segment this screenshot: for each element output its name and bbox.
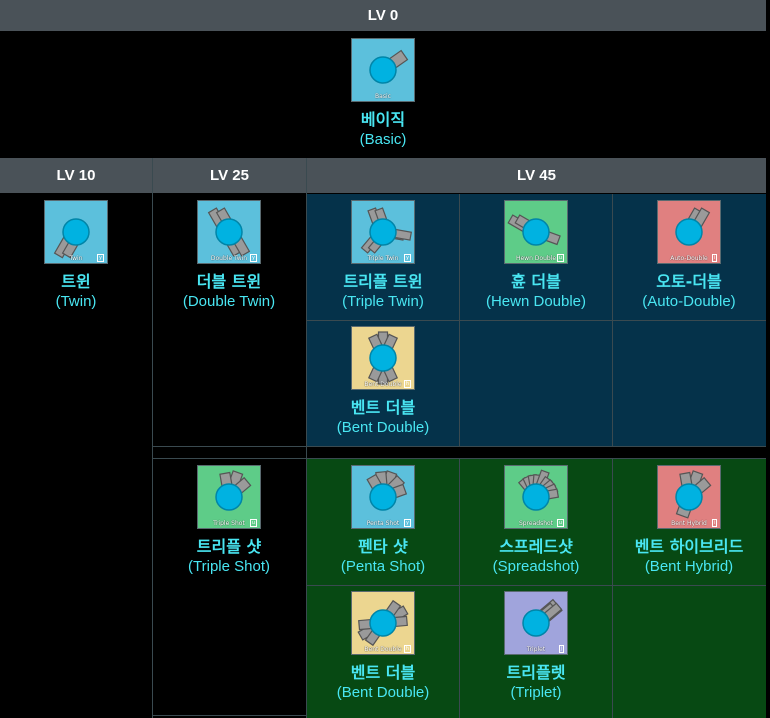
- tank-name-english: (Auto-Double): [642, 293, 736, 310]
- lv0-label: LV 0: [367, 7, 399, 24]
- bent-double-tank-icon: Bent Double h: [351, 591, 415, 655]
- double-twin-tank-icon: Double Twin y: [197, 200, 261, 264]
- tank-name-english: (Penta Shot): [340, 558, 426, 575]
- divider: [153, 458, 766, 459]
- hotkey-badge: j: [558, 645, 564, 653]
- tank-name-english: (Basic): [359, 131, 407, 148]
- divider: [153, 715, 307, 716]
- hotkey-badge: h: [403, 380, 411, 388]
- tank-name-korean: 트리플 샷: [196, 537, 262, 556]
- bent-hybrid-tank-icon: Bent Hybrid i: [657, 465, 721, 529]
- divider: [153, 446, 766, 447]
- divider: [612, 459, 613, 718]
- tank-name-korean: 스프레드샷: [499, 537, 573, 556]
- twin-tank-icon: Twin y: [44, 200, 108, 264]
- hotkey-badge: y: [97, 254, 104, 262]
- hotkey-badge: y: [250, 254, 257, 262]
- hotkey-badge: y: [404, 254, 411, 262]
- tank-name-english: (Spreadshot): [492, 558, 580, 575]
- tank-name-korean: 휸 더블: [511, 272, 561, 291]
- tank-name-english: (Bent Double): [336, 684, 430, 701]
- lv0-header: LV 0: [0, 0, 766, 31]
- hotkey-badge: u: [249, 519, 257, 527]
- tank-name-english: (Triplet): [510, 684, 562, 701]
- lv25-header: LV 25: [153, 158, 306, 193]
- hewn-double-tank-icon: Hewn Double u: [504, 200, 568, 264]
- hotkey-badge: u: [556, 254, 564, 262]
- lv45-header: LV 45: [307, 158, 766, 193]
- divider: [307, 585, 766, 586]
- triplet-tank-icon: Triplet j: [504, 591, 568, 655]
- hotkey-badge: u: [556, 519, 564, 527]
- tank-name-korean: 오토-더블: [656, 272, 722, 291]
- tank-name-english: (Bent Hybrid): [644, 558, 734, 575]
- tank-name-korean: 트리플 트윈: [343, 272, 423, 291]
- divider: [307, 320, 766, 321]
- tank-name-korean: 트리플렛: [506, 663, 566, 682]
- tank-name-korean: 벤트 더블: [350, 663, 416, 682]
- basic-tank-icon: Basic: [351, 38, 415, 102]
- triple-twin-tank-icon: Triple Twin y: [351, 200, 415, 264]
- tank-name-korean: 더블 트윈: [196, 272, 262, 291]
- tank-name-english: (Triple Shot): [188, 558, 270, 575]
- bent-double-tank-icon: Bent Double h: [351, 326, 415, 390]
- tank-name-korean: 펜타 샷: [358, 537, 408, 556]
- hotkey-badge: h: [403, 645, 411, 653]
- tank-name-english: (Hewn Double): [485, 293, 587, 310]
- tank-name-english: (Twin): [55, 293, 97, 310]
- tank-name-korean: 트윈: [61, 272, 91, 291]
- divider: [152, 158, 153, 718]
- lv25-label: LV 25: [210, 167, 249, 184]
- tank-name-korean: 베이직: [360, 110, 406, 129]
- hotkey-badge: i: [711, 254, 717, 262]
- auto-double-tank-icon: Auto-Double i: [657, 200, 721, 264]
- tank-name-english: (Bent Double): [336, 419, 430, 436]
- lv10-label: LV 10: [56, 167, 96, 184]
- penta-shot-tank-icon: Penta Shot y: [351, 465, 415, 529]
- tank-name-english: (Double Twin): [182, 293, 276, 310]
- lv45-label: LV 45: [517, 167, 556, 184]
- icon-caption: Basic: [375, 93, 391, 100]
- divider: [306, 158, 307, 718]
- tank-name-korean: 벤트 하이브리드: [634, 537, 744, 556]
- lv10-header: LV 10: [0, 158, 152, 193]
- tank-name-english: (Triple Twin): [342, 293, 424, 310]
- tank-name-korean: 벤트 더블: [350, 398, 416, 417]
- hotkey-badge: i: [711, 519, 717, 527]
- triple-shot-tank-icon: Triple Shot u: [197, 465, 261, 529]
- hotkey-badge: y: [404, 519, 411, 527]
- spreadshot-tank-icon: Spreadshot u: [504, 465, 568, 529]
